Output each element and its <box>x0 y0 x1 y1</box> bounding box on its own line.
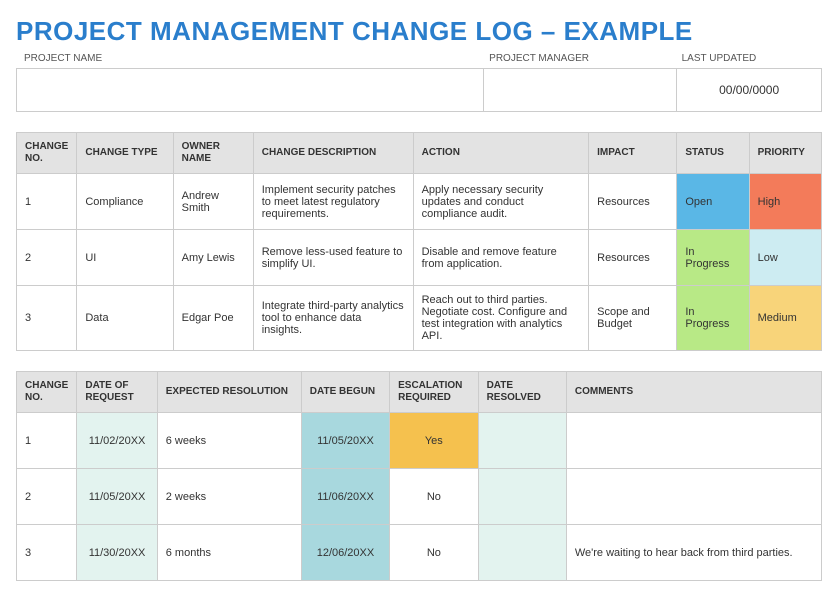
cell-expected-resolution: 2 weeks <box>157 469 301 525</box>
cell-change-description: Remove less-used feature to simplify UI. <box>253 230 413 286</box>
cell-owner-name: Amy Lewis <box>173 230 253 286</box>
table-row: 111/02/20XX6 weeks11/05/20XXYes <box>17 413 822 469</box>
th-change-description: CHANGE DESCRIPTION <box>253 133 413 174</box>
cell-escalation-required: No <box>390 469 478 525</box>
table-row: 1ComplianceAndrew SmithImplement securit… <box>17 174 822 230</box>
cell-change-type: UI <box>77 230 173 286</box>
th-action: ACTION <box>413 133 589 174</box>
cell-comments: We're waiting to hear back from third pa… <box>566 525 821 581</box>
cell-impact: Scope and Budget <box>589 286 677 351</box>
cell-change-no: 1 <box>17 413 77 469</box>
cell-date-of-request: 11/02/20XX <box>77 413 157 469</box>
cell-comments <box>566 469 821 525</box>
cell-owner-name: Edgar Poe <box>173 286 253 351</box>
cell-priority: Medium <box>749 286 821 351</box>
last-updated-field[interactable]: 00/00/0000 <box>676 69 821 111</box>
cell-owner-name: Andrew Smith <box>173 174 253 230</box>
cell-date-begun: 12/06/20XX <box>301 525 389 581</box>
cell-change-description: Integrate third-party analytics tool to … <box>253 286 413 351</box>
cell-change-type: Compliance <box>77 174 173 230</box>
label-project-name: PROJECT NAME <box>20 53 485 64</box>
cell-status: In Progress <box>677 286 749 351</box>
th-change-no: CHANGE NO. <box>17 133 77 174</box>
table-header-row: CHANGE NO. CHANGE TYPE OWNER NAME CHANGE… <box>17 133 822 174</box>
cell-date-resolved <box>478 413 566 469</box>
th-comments: COMMENTS <box>566 372 821 413</box>
table-row: 211/05/20XX2 weeks11/06/20XXNo <box>17 469 822 525</box>
cell-change-no: 2 <box>17 469 77 525</box>
th-change-type: CHANGE TYPE <box>77 133 173 174</box>
cell-escalation-required: Yes <box>390 413 478 469</box>
th-status: STATUS <box>677 133 749 174</box>
th-impact: IMPACT <box>589 133 677 174</box>
cell-status: Open <box>677 174 749 230</box>
table-row: 3DataEdgar PoeIntegrate third-party anal… <box>17 286 822 351</box>
table-row: 2UIAmy LewisRemove less-used feature to … <box>17 230 822 286</box>
change-log-detail-table: CHANGE NO. DATE OF REQUEST EXPECTED RESO… <box>16 371 822 581</box>
cell-date-resolved <box>478 525 566 581</box>
cell-impact: Resources <box>589 174 677 230</box>
cell-change-description: Implement security patches to meet lates… <box>253 174 413 230</box>
cell-date-begun: 11/06/20XX <box>301 469 389 525</box>
cell-expected-resolution: 6 weeks <box>157 413 301 469</box>
cell-change-no: 3 <box>17 286 77 351</box>
cell-priority: Low <box>749 230 821 286</box>
project-manager-field[interactable] <box>483 69 676 111</box>
change-log-table: CHANGE NO. CHANGE TYPE OWNER NAME CHANGE… <box>16 132 822 351</box>
th-date-of-request: DATE OF REQUEST <box>77 372 157 413</box>
cell-comments <box>566 413 821 469</box>
th-priority: PRIORITY <box>749 133 821 174</box>
cell-action: Reach out to third parties. Negotiate co… <box>413 286 589 351</box>
cell-date-of-request: 11/05/20XX <box>77 469 157 525</box>
cell-status: In Progress <box>677 230 749 286</box>
cell-date-of-request: 11/30/20XX <box>77 525 157 581</box>
cell-date-resolved <box>478 469 566 525</box>
th-expected-resolution: EXPECTED RESOLUTION <box>157 372 301 413</box>
cell-date-begun: 11/05/20XX <box>301 413 389 469</box>
meta-label-row: PROJECT NAME PROJECT MANAGER LAST UPDATE… <box>16 53 822 68</box>
cell-change-type: Data <box>77 286 173 351</box>
th-date-begun: DATE BEGUN <box>301 372 389 413</box>
cell-action: Apply necessary security updates and con… <box>413 174 589 230</box>
cell-expected-resolution: 6 months <box>157 525 301 581</box>
label-project-manager: PROJECT MANAGER <box>485 53 677 64</box>
th-date-resolved: DATE RESOLVED <box>478 372 566 413</box>
th-owner-name: OWNER NAME <box>173 133 253 174</box>
cell-change-no: 2 <box>17 230 77 286</box>
cell-change-no: 1 <box>17 174 77 230</box>
table-header-row: CHANGE NO. DATE OF REQUEST EXPECTED RESO… <box>17 372 822 413</box>
th-change-no: CHANGE NO. <box>17 372 77 413</box>
cell-escalation-required: No <box>390 525 478 581</box>
table-row: 311/30/20XX6 months12/06/20XXNo We're wai… <box>17 525 822 581</box>
cell-impact: Resources <box>589 230 677 286</box>
cell-change-no: 3 <box>17 525 77 581</box>
cell-priority: High <box>749 174 821 230</box>
label-last-updated: LAST UPDATED <box>678 53 822 64</box>
project-name-field[interactable] <box>17 69 483 111</box>
th-escalation-required: ESCALATION REQUIRED <box>390 372 478 413</box>
meta-value-row: 00/00/0000 <box>16 68 822 112</box>
page-title: PROJECT MANAGEMENT CHANGE LOG – EXAMPLE <box>16 16 822 47</box>
cell-action: Disable and remove feature from applicat… <box>413 230 589 286</box>
